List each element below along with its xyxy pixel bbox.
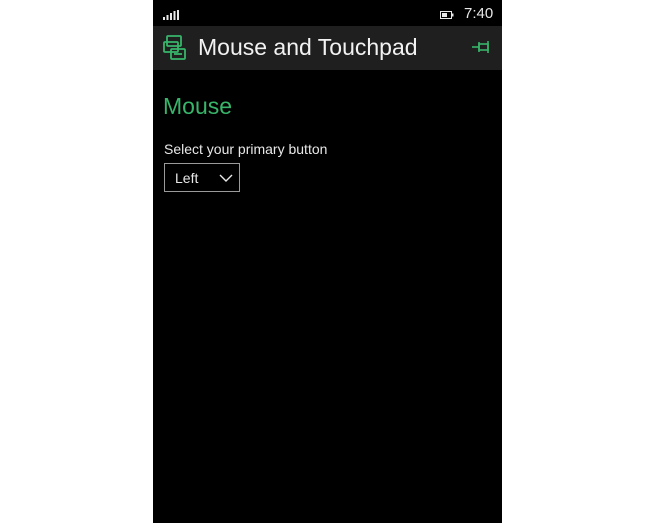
section-title-mouse: Mouse bbox=[163, 93, 233, 119]
mouse-settings-icon bbox=[163, 35, 186, 60]
app-header: Mouse and Touchpad bbox=[153, 26, 502, 70]
page-title: Mouse and Touchpad bbox=[198, 34, 418, 60]
status-bar: 7:40 bbox=[153, 0, 502, 28]
primary-button-label: Select your primary button bbox=[164, 141, 328, 157]
pin-icon[interactable] bbox=[471, 39, 493, 55]
battery-icon bbox=[440, 11, 454, 19]
status-time: 7:40 bbox=[464, 5, 494, 22]
phone-screen: 7:40 Mouse and Touchpad Mouse Select you… bbox=[153, 0, 502, 523]
chevron-down-icon bbox=[219, 174, 233, 182]
dropdown-selected-value: Left bbox=[175, 170, 199, 186]
primary-button-dropdown[interactable]: Left bbox=[164, 163, 240, 192]
signal-icon bbox=[163, 10, 179, 20]
